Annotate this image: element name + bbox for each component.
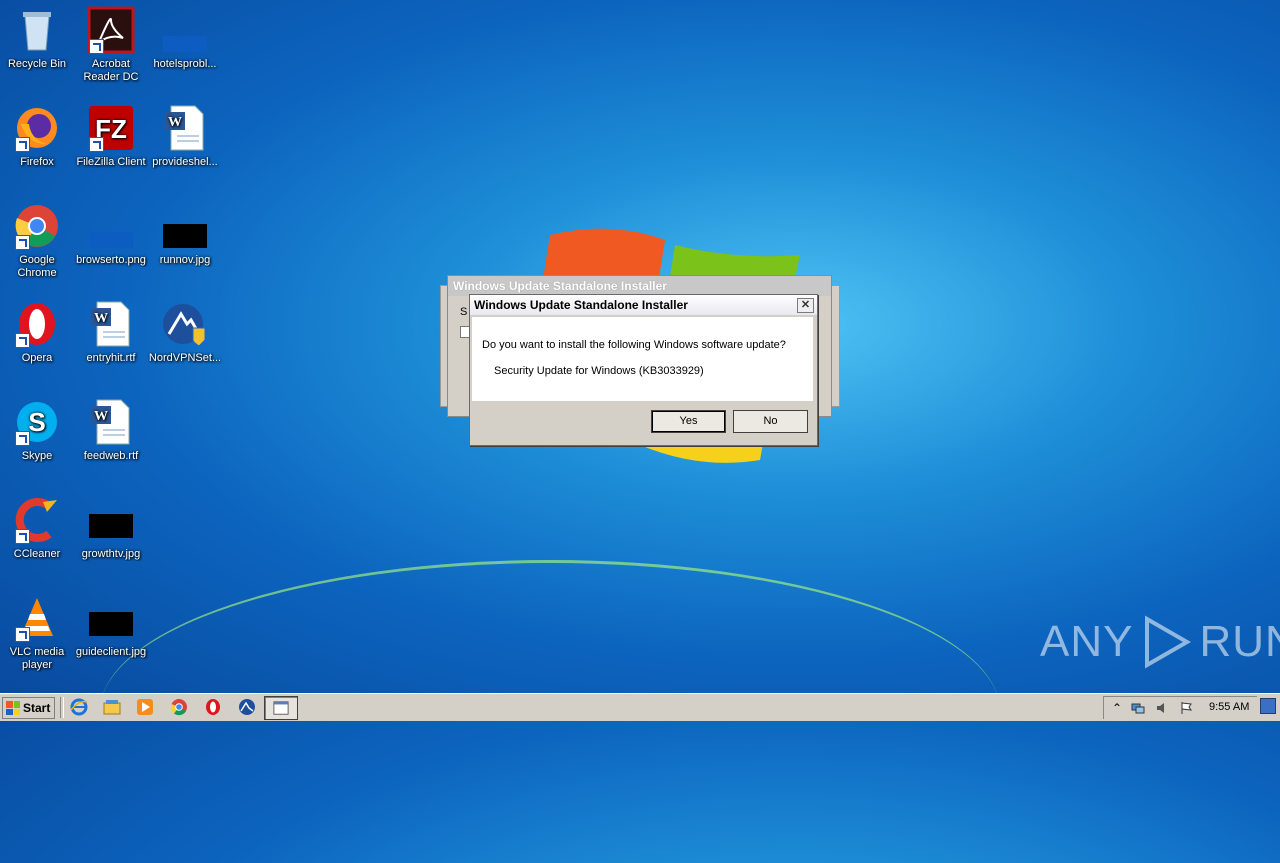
- desktop-icon-label: guideclient.jpg: [75, 646, 147, 658]
- desktop-icon-vlc[interactable]: VLC media player: [0, 594, 74, 672]
- desktop-icon-entryhit[interactable]: W entryhit.rtf: [74, 300, 148, 365]
- start-button[interactable]: Start: [2, 697, 55, 719]
- desktop-icon-label: entryhit.rtf: [86, 352, 136, 364]
- quick-launch-ie[interactable]: [70, 698, 90, 718]
- quick-launch-nordvpn[interactable]: [238, 698, 258, 718]
- desktop-icon-label: Opera: [21, 352, 53, 364]
- shortcut-arrow-icon: [15, 235, 30, 250]
- windows-flag-icon: [6, 701, 20, 715]
- desktop-icon-label: Google Chrome: [17, 254, 57, 279]
- desktop-icon-label: provideshel...: [152, 156, 218, 168]
- volume-icon[interactable]: [1155, 701, 1169, 715]
- desktop-icon-label: VLC media player: [9, 646, 65, 671]
- explorer-icon: [103, 700, 121, 715]
- network-icon[interactable]: [1131, 701, 1145, 715]
- word-document-icon: W: [91, 399, 130, 445]
- chevron-up-icon[interactable]: ⌃: [1110, 701, 1124, 715]
- desktop-icon-label: CCleaner: [13, 548, 61, 560]
- quick-launch-chrome[interactable]: [170, 698, 190, 718]
- dialog-body: Do you want to install the following Win…: [472, 317, 813, 401]
- desktop-icon-label: growthtv.jpg: [81, 548, 141, 560]
- show-desktop-button[interactable]: [1260, 698, 1276, 714]
- desktop-icon-growthtv[interactable]: growthtv.jpg: [74, 496, 148, 561]
- anyrun-watermark: ANY RUN: [1040, 612, 1280, 672]
- desktop-icon-runnov[interactable]: runnov.jpg: [148, 202, 222, 267]
- taskbar-separator: [60, 697, 64, 718]
- shortcut-arrow-icon: [15, 431, 30, 446]
- taskbar: Start ⌃ 9:55 AM: [0, 693, 1280, 721]
- dialog-titlebar[interactable]: Windows Update Standalone Installer ✕: [470, 295, 817, 315]
- shortcut-arrow-icon: [15, 529, 30, 544]
- desktop-icon-label: feedweb.rtf: [83, 450, 139, 462]
- watermark-left: ANY: [1040, 617, 1134, 666]
- dialog-message: Do you want to install the following Win…: [482, 339, 786, 351]
- desktop-icon-label: Recycle Bin: [7, 58, 67, 70]
- jpg-file-icon: [163, 224, 207, 248]
- yes-button[interactable]: Yes: [651, 410, 726, 433]
- desktop-icon-guideclient[interactable]: guideclient.jpg: [74, 594, 148, 659]
- desktop-icon-browserto[interactable]: browserto.png: [74, 202, 148, 267]
- desktop-icon-chrome[interactable]: Google Chrome: [0, 202, 74, 280]
- desktop-icon-ccleaner[interactable]: CCleaner: [0, 496, 74, 561]
- play-icon: [1145, 615, 1192, 669]
- desktop-icon-label: browserto.png: [76, 254, 146, 266]
- system-tray: ⌃ 9:55 AM: [1103, 696, 1257, 719]
- nordvpn-icon: [163, 304, 206, 347]
- media-player-icon: [137, 699, 153, 715]
- desktop-icon-hotelsprobl[interactable]: hotelsprobl...: [148, 6, 222, 71]
- desktop-icon-recycle-bin[interactable]: Recycle Bin: [0, 6, 74, 71]
- clock[interactable]: 9:55 AM: [1209, 701, 1249, 713]
- recycle-bin-icon: [23, 12, 51, 51]
- svg-text:W: W: [94, 409, 108, 424]
- desktop-icon-label: hotelsprobl...: [153, 58, 217, 70]
- nordvpn-icon: [239, 699, 255, 715]
- installer-window-icon: [273, 701, 289, 715]
- chrome-icon: [170, 699, 187, 716]
- desktop-icon-filezilla[interactable]: FZ FileZilla Client: [74, 104, 148, 169]
- desktop-icon-opera[interactable]: Opera: [0, 300, 74, 365]
- desktop-icon-acrobat[interactable]: Acrobat Reader DC: [74, 6, 148, 84]
- background-window-text: S: [460, 306, 468, 318]
- shortcut-arrow-icon: [15, 627, 30, 642]
- shortcut-arrow-icon: [15, 137, 30, 152]
- install-confirm-dialog: Windows Update Standalone Installer ✕ Do…: [469, 294, 818, 446]
- quick-launch-explorer[interactable]: [103, 698, 123, 718]
- desktop-icon-skype[interactable]: S Skype: [0, 398, 74, 463]
- jpg-file-icon: [89, 612, 133, 636]
- desktop-icon-label: runnov.jpg: [159, 254, 211, 266]
- word-document-icon: W: [91, 301, 130, 347]
- shortcut-arrow-icon: [15, 333, 30, 348]
- svg-text:W: W: [94, 311, 108, 326]
- desktop-icon-label: NordVPNSet...: [148, 352, 222, 364]
- start-label: Start: [23, 701, 51, 715]
- svg-text:W: W: [168, 115, 182, 130]
- svg-text:S: S: [28, 407, 45, 437]
- shortcut-arrow-icon: [89, 39, 104, 54]
- desktop-icon-label: FileZilla Client: [76, 156, 146, 168]
- png-file-icon: [89, 232, 133, 248]
- desktop-icon-nordvpn[interactable]: NordVPNSet...: [148, 300, 222, 365]
- desktop-icon-label: Firefox: [20, 156, 54, 168]
- shortcut-arrow-icon: [89, 137, 104, 152]
- close-button[interactable]: ✕: [797, 298, 814, 313]
- desktop-icon-label: Acrobat Reader DC: [83, 58, 139, 83]
- desktop-icon-provideshel[interactable]: W provideshel...: [148, 104, 222, 169]
- quick-launch-media-player[interactable]: [136, 698, 156, 718]
- opera-icon: [206, 699, 220, 715]
- taskbar-installer-window[interactable]: [264, 696, 298, 720]
- file-icon: [163, 36, 207, 52]
- quick-launch-opera[interactable]: [204, 698, 224, 718]
- desktop-icon-firefox[interactable]: Firefox: [0, 104, 74, 169]
- ie-icon: [70, 698, 88, 716]
- dialog-title: Windows Update Standalone Installer: [474, 298, 688, 312]
- watermark-right: RUN: [1199, 617, 1280, 666]
- word-document-icon: W: [165, 105, 204, 151]
- no-button[interactable]: No: [733, 410, 808, 433]
- desktop-icon-feedweb[interactable]: W feedweb.rtf: [74, 398, 148, 463]
- flag-icon[interactable]: [1179, 701, 1193, 715]
- update-name: Security Update for Windows (KB3033929): [494, 365, 704, 377]
- jpg-file-icon: [89, 514, 133, 538]
- background-window-title: Windows Update Standalone Installer: [448, 276, 831, 296]
- desktop-icon-label: Skype: [21, 450, 53, 462]
